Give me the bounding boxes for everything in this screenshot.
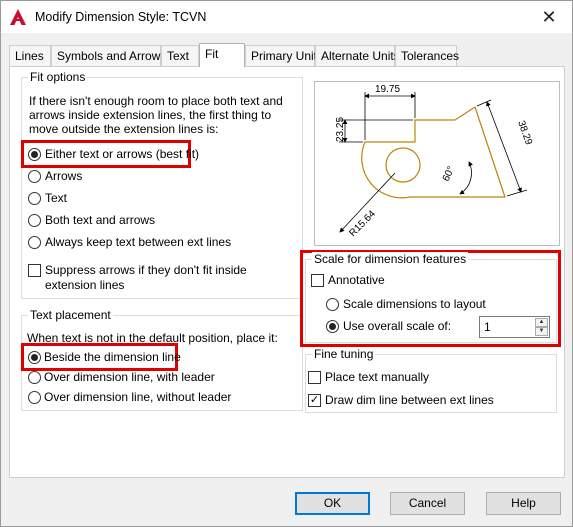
cancel-button[interactable]: Cancel — [390, 492, 465, 515]
triangle-down-icon: ▼ — [538, 328, 545, 334]
label-always-keep-text: Always keep text between ext lines — [45, 235, 232, 249]
triangle-up-icon: ▲ — [538, 319, 545, 325]
stepper-down-button[interactable]: ▼ — [535, 327, 548, 336]
tab-alternate-units[interactable]: Alternate Units — [315, 45, 400, 66]
checkbox-place-text-manually[interactable] — [308, 371, 321, 384]
autocad-logo-icon — [10, 9, 26, 25]
preview-shape — [361, 106, 506, 199]
preview-dim-top: 19.75 — [375, 84, 400, 95]
label-annotative: Annotative — [328, 273, 385, 287]
tab-primary-units[interactable]: Primary Units — [245, 45, 323, 66]
preview-dim-left: 23.25 — [335, 117, 346, 142]
checkbox-suppress-arrows[interactable] — [28, 264, 41, 277]
dimension-preview: 19.75 23.25 38.29 60° R15.64 — [314, 81, 560, 246]
checkmark-icon: ✓ — [309, 394, 320, 406]
radio-both-text-and-arrows[interactable] — [28, 214, 41, 227]
fit-options-title: Fit options — [28, 70, 88, 84]
radio-over-with-leader[interactable] — [28, 371, 41, 384]
radio-text[interactable] — [28, 192, 41, 205]
fit-description-line2: arrows inside extension lines, the first… — [29, 108, 272, 122]
overall-scale-value: 1 — [484, 320, 491, 334]
help-button[interactable]: Help — [486, 492, 561, 515]
label-text: Text — [45, 191, 68, 205]
label-suppress-arrows-line1: Suppress arrows if they don't fit inside — [45, 263, 247, 277]
scale-group-title: Scale for dimension features — [312, 252, 469, 266]
tab-lines[interactable]: Lines — [9, 45, 51, 66]
ok-button[interactable]: OK — [295, 492, 370, 515]
preview-dim-radius: R15.64 — [347, 208, 378, 239]
radio-always-keep-text[interactable] — [28, 236, 41, 249]
tab-tolerances[interactable]: Tolerances — [395, 45, 459, 66]
label-scale-to-layout: Scale dimensions to layout — [343, 297, 486, 311]
radio-overall-scale[interactable] — [326, 320, 339, 333]
radio-over-without-leader[interactable] — [28, 391, 41, 404]
fit-description-line3: move outside the extension lines is: — [29, 122, 219, 136]
tab-text[interactable]: Text — [161, 45, 199, 66]
fine-tuning-title: Fine tuning — [312, 347, 376, 361]
preview-drawing: 19.75 23.25 38.29 60° R15.64 — [335, 84, 534, 239]
radio-best-fit[interactable] — [28, 148, 41, 161]
label-draw-dim-line: Draw dim line between ext lines — [325, 393, 494, 407]
label-beside-dim-line: Beside the dimension line — [44, 350, 181, 364]
preview-dim-angle: 60° — [441, 165, 457, 183]
checkbox-annotative[interactable] — [311, 274, 324, 287]
close-icon: ✕ — [541, 6, 557, 27]
close-button[interactable]: ✕ — [526, 1, 572, 33]
label-best-fit: Either text or arrows (best fit) — [45, 147, 200, 161]
fit-description-line1: If there isn't enough room to place both… — [29, 94, 283, 108]
overall-scale-stepper[interactable]: 1 ▲ ▼ — [479, 316, 550, 338]
checkbox-draw-dim-line[interactable]: ✓ — [308, 394, 321, 407]
radio-beside-dim-line[interactable] — [28, 351, 41, 364]
label-both-text-and-arrows: Both text and arrows — [45, 213, 156, 227]
text-placement-title: Text placement — [28, 308, 113, 322]
tab-fit[interactable]: Fit — [199, 43, 245, 67]
preview-dim-right: 38.29 — [515, 119, 534, 147]
title-bar: Modify Dimension Style: TCVN ✕ — [1, 1, 572, 33]
fit-tab-panel: Fit options If there isn't enough room t… — [9, 66, 565, 478]
dialog-window: Modify Dimension Style: TCVN ✕ Lines Sym… — [0, 0, 573, 527]
label-over-with-leader: Over dimension line, with leader — [44, 370, 215, 384]
label-place-text-manually: Place text manually — [325, 370, 430, 384]
window-title: Modify Dimension Style: TCVN — [35, 10, 207, 24]
label-overall-scale: Use overall scale of: — [343, 319, 452, 333]
radio-arrows[interactable] — [28, 170, 41, 183]
stepper-up-button[interactable]: ▲ — [535, 318, 548, 327]
label-arrows: Arrows — [45, 169, 83, 183]
label-over-without-leader: Over dimension line, without leader — [44, 390, 232, 404]
label-suppress-arrows-line2: extension lines — [45, 278, 125, 292]
radio-scale-to-layout[interactable] — [326, 298, 339, 311]
tab-symbols-and-arrows[interactable]: Symbols and Arrows — [51, 45, 166, 66]
